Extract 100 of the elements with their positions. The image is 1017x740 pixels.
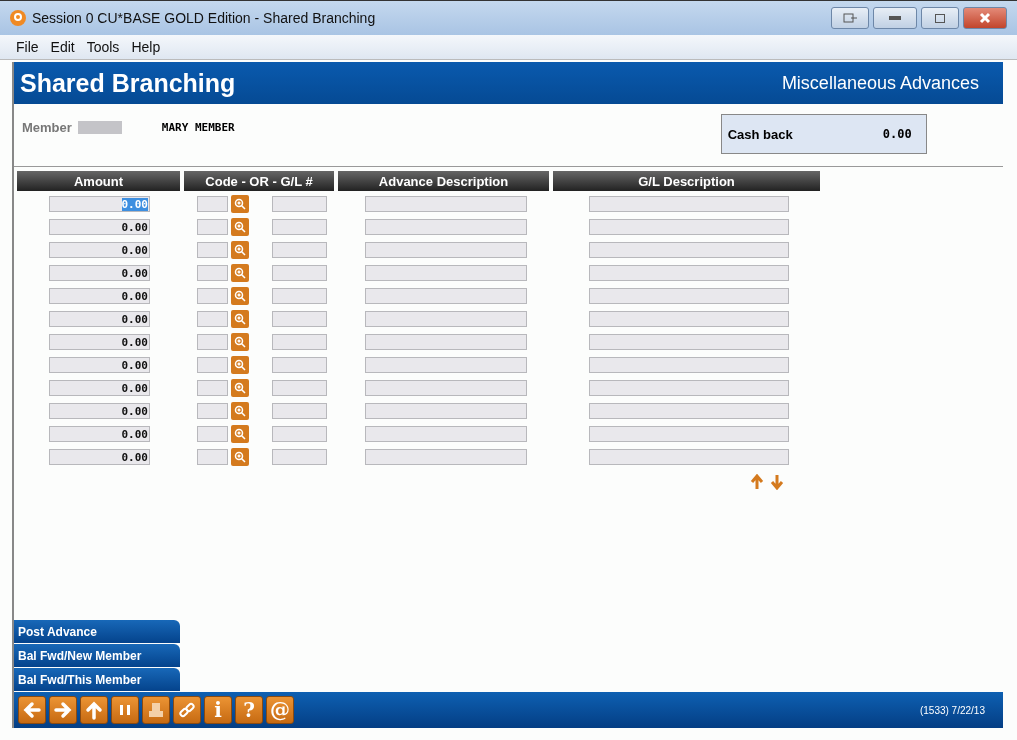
code-field[interactable] <box>197 426 228 442</box>
maximize-button[interactable] <box>921 7 959 29</box>
code-field[interactable] <box>197 449 228 465</box>
advance-description-field[interactable] <box>365 449 527 465</box>
advance-description-field[interactable] <box>365 426 527 442</box>
amount-field[interactable]: 0.00 <box>49 334 150 350</box>
gl-number-field[interactable] <box>272 403 327 419</box>
back-button[interactable] <box>18 696 46 724</box>
gl-number-field[interactable] <box>272 196 327 212</box>
code-field[interactable] <box>197 219 228 235</box>
gl-number-field[interactable] <box>272 426 327 442</box>
column-header: Amount <box>17 171 180 191</box>
link-button[interactable] <box>173 696 201 724</box>
gl-number-field[interactable] <box>272 242 327 258</box>
lookup-button[interactable] <box>231 287 249 305</box>
code-field[interactable] <box>197 196 228 212</box>
gl-description-field[interactable] <box>589 265 789 281</box>
code-field[interactable] <box>197 242 228 258</box>
gl-description-field[interactable] <box>589 334 789 350</box>
gl-number-field[interactable] <box>272 288 327 304</box>
code-field[interactable] <box>197 380 228 396</box>
advance-description-field[interactable] <box>365 380 527 396</box>
lookup-button[interactable] <box>231 425 249 443</box>
lookup-button[interactable] <box>231 264 249 282</box>
scroll-down-icon[interactable] <box>770 474 784 490</box>
up-button[interactable] <box>80 696 108 724</box>
amount-field[interactable]: 0.00 <box>49 426 150 442</box>
action-button[interactable]: Post Advance <box>14 620 180 643</box>
gl-description-field[interactable] <box>589 311 789 327</box>
advance-description-field[interactable] <box>365 196 527 212</box>
advance-description-field[interactable] <box>365 219 527 235</box>
menu-item[interactable]: Help <box>131 39 161 55</box>
gl-number-field[interactable] <box>272 334 327 350</box>
column-header: Code - OR - G/L # <box>184 171 334 191</box>
gl-number-field[interactable] <box>272 357 327 373</box>
amount-field[interactable]: 0.00 <box>49 311 150 327</box>
amount-field[interactable]: 0.00 <box>49 265 150 281</box>
code-field[interactable] <box>197 265 228 281</box>
zoom-icon <box>234 405 246 417</box>
lookup-button[interactable] <box>231 241 249 259</box>
amount-field[interactable]: 0.00 <box>49 403 150 419</box>
menu-item[interactable]: File <box>16 39 39 55</box>
cash-back-value: 0.00 <box>882 127 912 141</box>
lookup-button[interactable] <box>231 379 249 397</box>
gl-description-field[interactable] <box>589 288 789 304</box>
gl-number-field[interactable] <box>272 449 327 465</box>
gl-description-field[interactable] <box>589 426 789 442</box>
print-button[interactable] <box>142 696 170 724</box>
gl-number-field[interactable] <box>272 380 327 396</box>
amount-field[interactable]: 0.00 <box>49 380 150 396</box>
gl-description-field[interactable] <box>589 196 789 212</box>
action-button[interactable]: Bal Fwd/This Member <box>14 668 180 691</box>
gl-description-field[interactable] <box>589 242 789 258</box>
gl-description-field[interactable] <box>589 380 789 396</box>
advance-description-field[interactable] <box>365 334 527 350</box>
page-subtitle: Miscellaneous Advances <box>781 72 979 94</box>
lookup-button[interactable] <box>231 310 249 328</box>
code-field[interactable] <box>197 403 228 419</box>
minimize-button[interactable] <box>873 7 917 29</box>
page-title: Shared Branching <box>20 68 236 98</box>
action-button[interactable]: Bal Fwd/New Member <box>14 644 180 667</box>
advance-description-field[interactable] <box>365 265 527 281</box>
code-field[interactable] <box>197 311 228 327</box>
advance-description-field[interactable] <box>365 357 527 373</box>
amount-field[interactable]: 0.00 <box>49 219 150 235</box>
exit-session-button[interactable] <box>831 7 869 29</box>
code-field[interactable] <box>197 334 228 350</box>
advance-description-field[interactable] <box>365 288 527 304</box>
lookup-button[interactable] <box>231 218 249 236</box>
cash-back-label: Cash back <box>727 126 793 142</box>
advance-description-field[interactable] <box>365 403 527 419</box>
forward-button[interactable] <box>49 696 77 724</box>
gl-description-field[interactable] <box>589 403 789 419</box>
lookup-button[interactable] <box>231 448 249 466</box>
amount-field[interactable]: 0.00 <box>49 357 150 373</box>
gl-number-field[interactable] <box>272 219 327 235</box>
advance-description-field[interactable] <box>365 311 527 327</box>
lookup-button[interactable] <box>231 333 249 351</box>
scroll-up-icon[interactable] <box>750 474 764 490</box>
gl-description-field[interactable] <box>589 219 789 235</box>
zoom-icon <box>234 451 246 463</box>
menu-item[interactable]: Tools <box>86 39 120 55</box>
amount-field[interactable]: 0.00 <box>49 449 150 465</box>
zoom-icon <box>234 313 246 325</box>
advance-description-field[interactable] <box>365 242 527 258</box>
close-icon <box>979 12 991 24</box>
menu-item[interactable]: Edit <box>50 39 75 55</box>
gl-number-field[interactable] <box>272 265 327 281</box>
lookup-button[interactable] <box>231 195 249 213</box>
code-field[interactable] <box>197 357 228 373</box>
lookup-button[interactable] <box>231 402 249 420</box>
gl-description-field[interactable] <box>589 449 789 465</box>
gl-description-field[interactable] <box>589 357 789 373</box>
code-field[interactable] <box>197 288 228 304</box>
close-button[interactable] <box>963 7 1007 29</box>
amount-field[interactable]: 0.00 <box>49 242 150 258</box>
gl-number-field[interactable] <box>272 311 327 327</box>
pause-button[interactable] <box>111 696 139 724</box>
lookup-button[interactable] <box>231 356 249 374</box>
amount-field[interactable]: 0.00 <box>49 288 150 304</box>
